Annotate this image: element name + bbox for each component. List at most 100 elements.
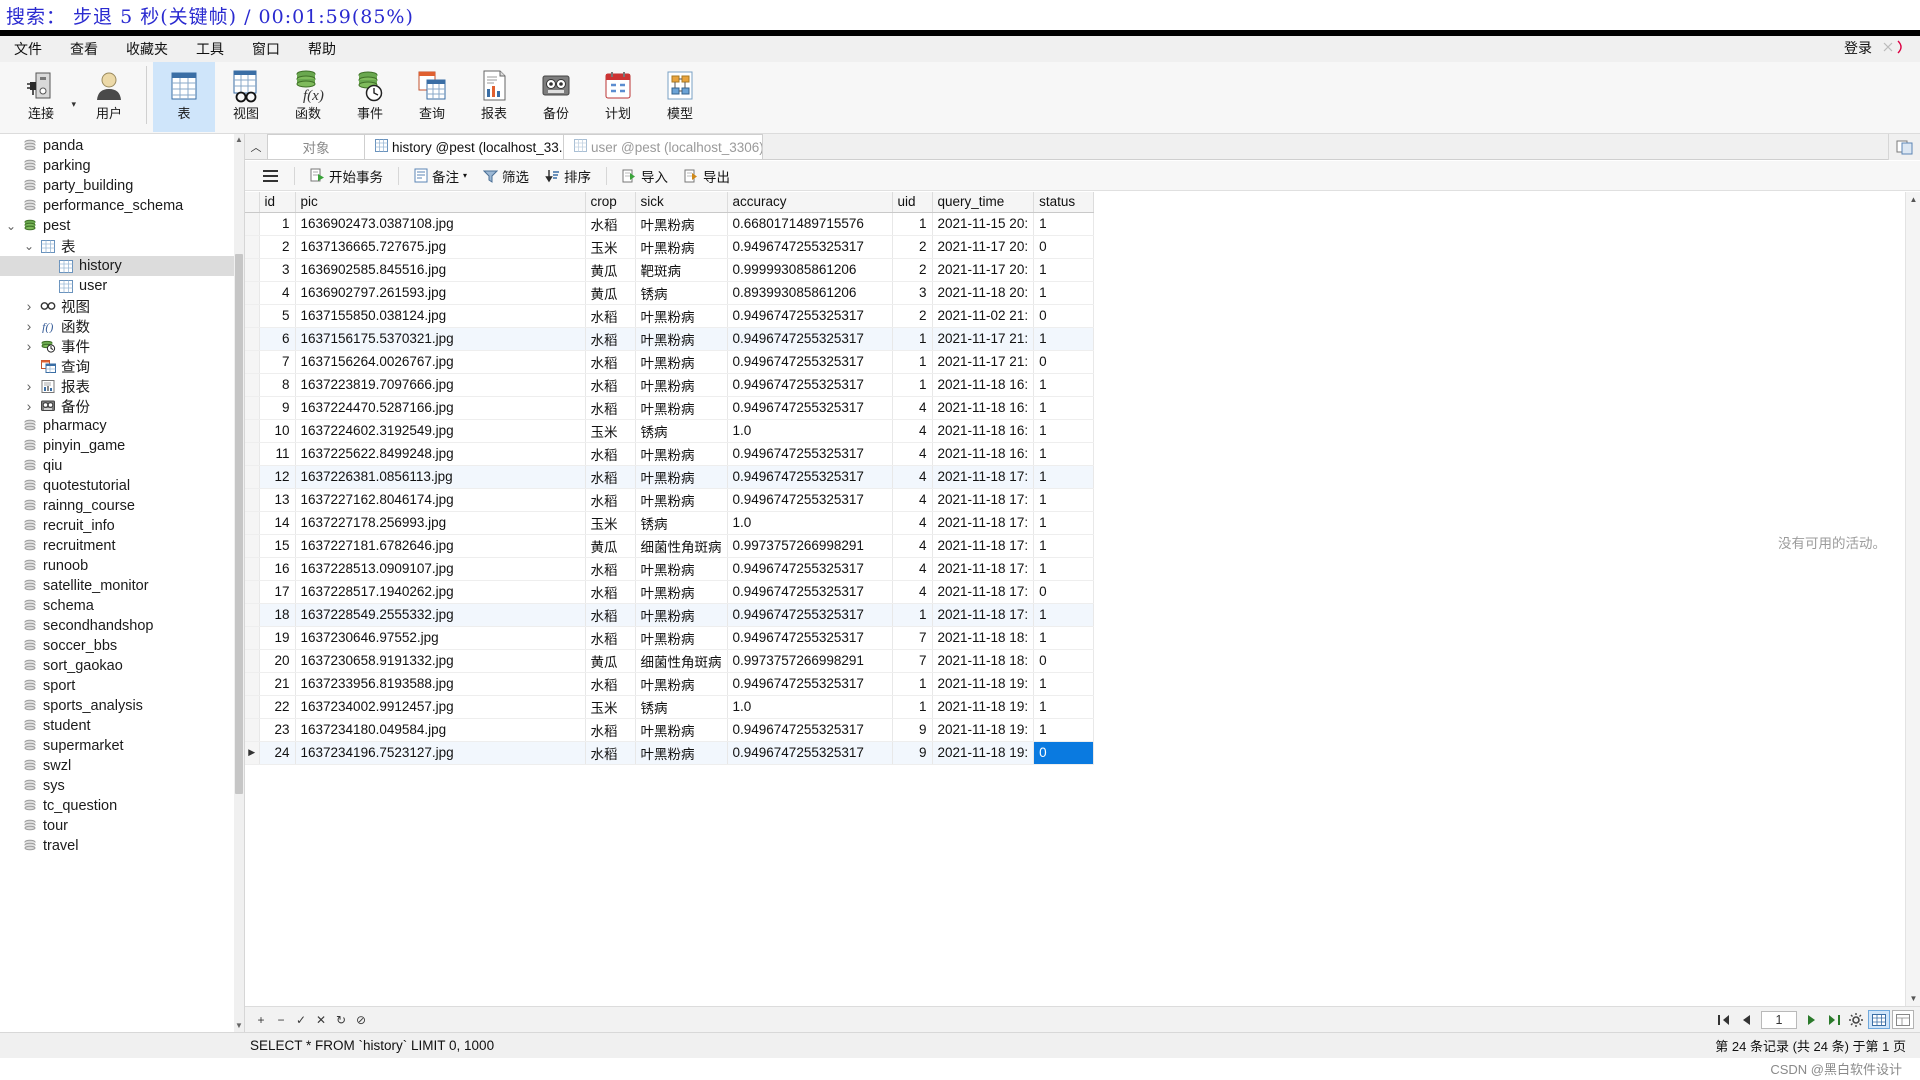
cell-pic[interactable]: 1637227162.8046174.jpg <box>295 488 586 512</box>
cell-accuracy[interactable]: 0.9496747255325317 <box>727 442 893 466</box>
cell-crop[interactable]: 水稻 <box>585 212 636 236</box>
cell-crop[interactable]: 玉米 <box>585 695 636 719</box>
cell-uid[interactable]: 2 <box>892 235 933 259</box>
column-header-uid[interactable]: uid <box>892 192 933 213</box>
grid-vertical-scrollbar[interactable]: ▲ ▼ <box>1905 192 1920 1006</box>
cell-id[interactable]: 1 <box>259 212 296 236</box>
cell-sick[interactable]: 锈病 <box>635 281 728 305</box>
menu-item-help[interactable]: 帮助 <box>294 37 350 61</box>
cell-query_time[interactable]: 2021-11-18 17: <box>932 603 1035 627</box>
cell-pic[interactable]: 1637227181.6782646.jpg <box>295 534 586 558</box>
cell-status[interactable]: 0 <box>1033 580 1095 604</box>
cell-accuracy[interactable]: 0.9496747255325317 <box>727 603 893 627</box>
cell-id[interactable]: 24 <box>259 741 296 765</box>
table-row[interactable]: 20 1637230658.9191332.jpg 黄瓜 细菌性角斑病 0.997375… <box>245 649 1095 673</box>
cell-uid[interactable]: 4 <box>892 557 933 581</box>
cell-accuracy[interactable]: 0.9496747255325317 <box>727 327 893 351</box>
cell-status[interactable]: 1 <box>1033 718 1095 742</box>
cell-pic[interactable]: 1637224602.3192549.jpg <box>295 419 586 443</box>
cell-pic[interactable]: 1637228513.0909107.jpg <box>295 557 586 581</box>
table-row[interactable]: 11 1637225622.8499248.jpg 水稻 叶黑粉病 0.94967472… <box>245 442 1095 466</box>
sidebar-item-sport[interactable]: sport <box>0 676 234 696</box>
sidebar-scroll-thumb[interactable] <box>235 254 243 794</box>
table-row[interactable]: 12 1637226381.0856113.jpg 水稻 叶黑粉病 0.94967472… <box>245 465 1095 489</box>
refresh-button[interactable]: ↻ <box>331 1010 351 1030</box>
cell-status[interactable]: 1 <box>1033 212 1095 236</box>
table-row[interactable]: 2 1637136665.727675.jpg 玉米 叶黑粉病 0.9496747255… <box>245 235 1095 259</box>
cell-sick[interactable]: 叶黑粉病 <box>635 741 728 765</box>
row-marker[interactable] <box>245 327 260 351</box>
cell-crop[interactable]: 水稻 <box>585 672 636 696</box>
column-header-status[interactable]: status <box>1033 192 1095 213</box>
cell-query_time[interactable]: 2021-11-18 17: <box>932 534 1035 558</box>
cell-id[interactable]: 5 <box>259 304 296 328</box>
cell-crop[interactable]: 水稻 <box>585 626 636 650</box>
cell-uid[interactable]: 1 <box>892 327 933 351</box>
column-header-sick[interactable]: sick <box>635 192 728 213</box>
cell-query_time[interactable]: 2021-11-17 21: <box>932 350 1035 374</box>
cell-query_time[interactable]: 2021-11-15 20: <box>932 212 1035 236</box>
sidebar-item--[interactable]: ⌄ 表 <box>0 236 234 256</box>
table-row[interactable]: 22 1637234002.9912457.jpg 玉米 锈病 1.0 1 2021-11-… <box>245 695 1095 719</box>
page-number-input[interactable]: 1 <box>1761 1010 1797 1029</box>
cell-pic[interactable]: 1637156264.0026767.jpg <box>295 350 586 374</box>
cell-accuracy[interactable]: 0.9496747255325317 <box>727 465 893 489</box>
scroll-down-icon[interactable]: ▼ <box>1906 991 1920 1006</box>
sidebar-item-history[interactable]: history <box>0 256 234 276</box>
cell-status[interactable]: 1 <box>1033 695 1095 719</box>
cell-uid[interactable]: 1 <box>892 373 933 397</box>
sidebar-item--[interactable]: › 备份 <box>0 396 234 416</box>
cell-uid[interactable]: 3 <box>892 281 933 305</box>
row-marker[interactable] <box>245 442 260 466</box>
cell-status[interactable]: 1 <box>1033 465 1095 489</box>
cell-crop[interactable]: 黄瓜 <box>585 281 636 305</box>
cell-sick[interactable]: 锈病 <box>635 419 728 443</box>
cell-status[interactable]: 1 <box>1033 672 1095 696</box>
cell-accuracy[interactable]: 0.9496747255325317 <box>727 580 893 604</box>
cell-uid[interactable]: 7 <box>892 626 933 650</box>
sidebar-item-supermarket[interactable]: supermarket <box>0 736 234 756</box>
table-row[interactable]: 8 1637223819.7097666.jpg 水稻 叶黑粉病 0.949674725… <box>245 373 1095 397</box>
cell-uid[interactable]: 2 <box>892 258 933 282</box>
cell-query_time[interactable]: 2021-11-18 18: <box>932 649 1035 673</box>
cell-pic[interactable]: 1637156175.5370321.jpg <box>295 327 586 351</box>
data-grid-container[interactable]: id pic crop sick accuracy uid query_time status… <box>245 192 1920 1006</box>
cell-query_time[interactable]: 2021-11-18 19: <box>932 695 1035 719</box>
cell-query_time[interactable]: 2021-11-18 17: <box>932 557 1035 581</box>
cell-query_time[interactable]: 2021-11-02 21: <box>932 304 1035 328</box>
cell-id[interactable]: 2 <box>259 235 296 259</box>
scroll-up-icon[interactable]: ▲ <box>1906 192 1920 207</box>
cell-id[interactable]: 6 <box>259 327 296 351</box>
cell-status[interactable]: 1 <box>1033 442 1095 466</box>
cell-id[interactable]: 4 <box>259 281 296 305</box>
cell-query_time[interactable]: 2021-11-18 19: <box>932 672 1035 696</box>
ribbon-function[interactable]: f(x) 函数 <box>277 62 339 132</box>
cell-sick[interactable]: 叶黑粉病 <box>635 672 728 696</box>
cell-status[interactable]: 1 <box>1033 557 1095 581</box>
ribbon-model[interactable]: 模型 <box>649 62 711 132</box>
cell-status[interactable]: 1 <box>1033 327 1095 351</box>
cell-sick[interactable]: 叶黑粉病 <box>635 212 728 236</box>
scroll-down-icon[interactable]: ▼ <box>234 1020 244 1032</box>
cell-sick[interactable]: 叶黑粉病 <box>635 235 728 259</box>
column-header-pic[interactable]: pic <box>295 192 586 213</box>
row-marker[interactable] <box>245 396 260 420</box>
cell-status[interactable]: 1 <box>1033 373 1095 397</box>
cell-pic[interactable]: 1636902585.845516.jpg <box>295 258 586 282</box>
begin-transaction-button[interactable]: 开始事务 <box>303 163 390 189</box>
sidebar-item-pinyin_game[interactable]: pinyin_game <box>0 436 234 456</box>
delete-record-button[interactable]: − <box>271 1010 291 1030</box>
cell-sick[interactable]: 叶黑粉病 <box>635 580 728 604</box>
cell-query_time[interactable]: 2021-11-18 20: <box>932 281 1035 305</box>
menu-item-view[interactable]: 查看 <box>56 37 112 61</box>
table-row[interactable]: ▶ 24 1637234196.7523127.jpg 水稻 叶黑粉病 0.9496747… <box>245 741 1095 765</box>
chevron-down-icon[interactable]: ▾ <box>71 99 76 110</box>
sidebar-item-recruitment[interactable]: recruitment <box>0 536 234 556</box>
cell-pic[interactable]: 1637223819.7097666.jpg <box>295 373 586 397</box>
cell-pic[interactable]: 1637225622.8499248.jpg <box>295 442 586 466</box>
cell-accuracy[interactable]: 0.9973757266998291 <box>727 649 893 673</box>
note-button[interactable]: 备注 ▾ <box>407 163 474 189</box>
cell-query_time[interactable]: 2021-11-18 18: <box>932 626 1035 650</box>
table-row[interactable]: 21 1637233956.8193588.jpg 水稻 叶黑粉病 0.94967472… <box>245 672 1095 696</box>
row-marker[interactable] <box>245 718 260 742</box>
